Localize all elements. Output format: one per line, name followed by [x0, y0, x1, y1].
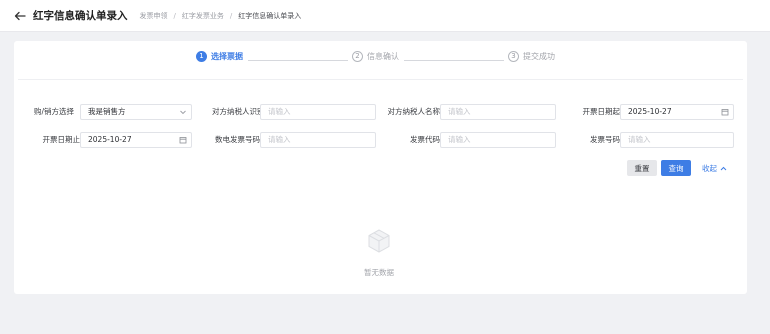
step-label: 提交成功	[523, 52, 555, 61]
step-number: 1	[196, 51, 207, 62]
counterparty-name-label: 对方纳税人名称	[387, 107, 441, 116]
invoice-number-input[interactable]: 请输入	[620, 132, 734, 148]
step-number: 3	[508, 51, 519, 62]
page-title: 红字信息确认单录入	[33, 10, 128, 22]
empty-box-icon	[368, 229, 390, 253]
date-end-value: 2025-10-27	[88, 135, 132, 144]
collapse-label: 收起	[702, 163, 717, 173]
back-arrow-icon[interactable]	[12, 8, 28, 24]
buyer-seller-label: 购/销方选择	[33, 107, 74, 116]
step-connector	[248, 60, 348, 61]
step-indicator: 1 选择票据 2 信息确认 3 提交成功	[14, 51, 747, 69]
calendar-icon	[179, 137, 187, 144]
collapse-link[interactable]: 收起	[702, 160, 727, 176]
date-start-picker[interactable]: 2025-10-27	[620, 104, 734, 120]
breadcrumb-item-invoice-apply[interactable]: 发票申领	[140, 11, 168, 21]
date-end-label: 开票日期止	[42, 135, 81, 144]
step-select-invoice: 1 选择票据	[196, 51, 243, 62]
breadcrumb-item-current: 红字信息确认单录入	[238, 11, 302, 20]
invoice-code-label: 发票代码	[410, 135, 440, 144]
breadcrumb-separator: /	[229, 11, 233, 20]
divider	[18, 79, 743, 80]
chevron-up-icon	[720, 166, 727, 170]
einvoice-number-input[interactable]: 请输入	[260, 132, 376, 148]
step-label: 信息确认	[367, 52, 399, 61]
invoice-number-label: 发票号码	[590, 135, 620, 144]
top-bar: 红字信息确认单录入 发票申领 / 红字发票业务 / 红字信息确认单录入	[0, 0, 770, 32]
step-label: 选择票据	[211, 52, 243, 61]
main-card: 1 选择票据 2 信息确认 3 提交成功 购/销方选择 我是销售方 对方纳税人识…	[14, 41, 747, 294]
invoice-number-placeholder: 请输入	[628, 135, 651, 144]
counterparty-taxid-placeholder: 请输入	[268, 107, 291, 116]
step-confirm-info: 2 信息确认	[352, 51, 399, 62]
step-connector	[404, 60, 504, 61]
date-end-picker[interactable]: 2025-10-27	[80, 132, 192, 148]
empty-text: 暂无数据	[364, 268, 394, 277]
breadcrumb: 发票申领 / 红字发票业务 / 红字信息确认单录入	[140, 11, 302, 21]
step-submit-success: 3 提交成功	[508, 51, 555, 62]
query-button[interactable]: 查询	[661, 160, 691, 176]
invoice-code-input[interactable]: 请输入	[440, 132, 556, 148]
reset-button[interactable]: 重置	[627, 160, 657, 176]
breadcrumb-item-red-invoice[interactable]: 红字发票业务	[182, 11, 224, 21]
buyer-seller-select[interactable]: 我是销售方	[80, 104, 192, 120]
einvoice-number-label: 数电发票号码	[215, 135, 260, 144]
date-start-value: 2025-10-27	[628, 107, 672, 116]
calendar-icon	[721, 109, 729, 116]
step-number: 2	[352, 51, 363, 62]
counterparty-taxid-input[interactable]: 请输入	[260, 104, 376, 120]
counterparty-name-input[interactable]: 请输入	[440, 104, 556, 120]
einvoice-number-placeholder: 请输入	[268, 135, 291, 144]
chevron-down-icon	[180, 110, 186, 115]
buyer-seller-value: 我是销售方	[88, 107, 126, 116]
breadcrumb-separator: /	[173, 11, 176, 20]
date-start-label: 开票日期起	[582, 107, 621, 116]
invoice-code-placeholder: 请输入	[448, 135, 471, 144]
counterparty-name-placeholder: 请输入	[448, 107, 471, 116]
